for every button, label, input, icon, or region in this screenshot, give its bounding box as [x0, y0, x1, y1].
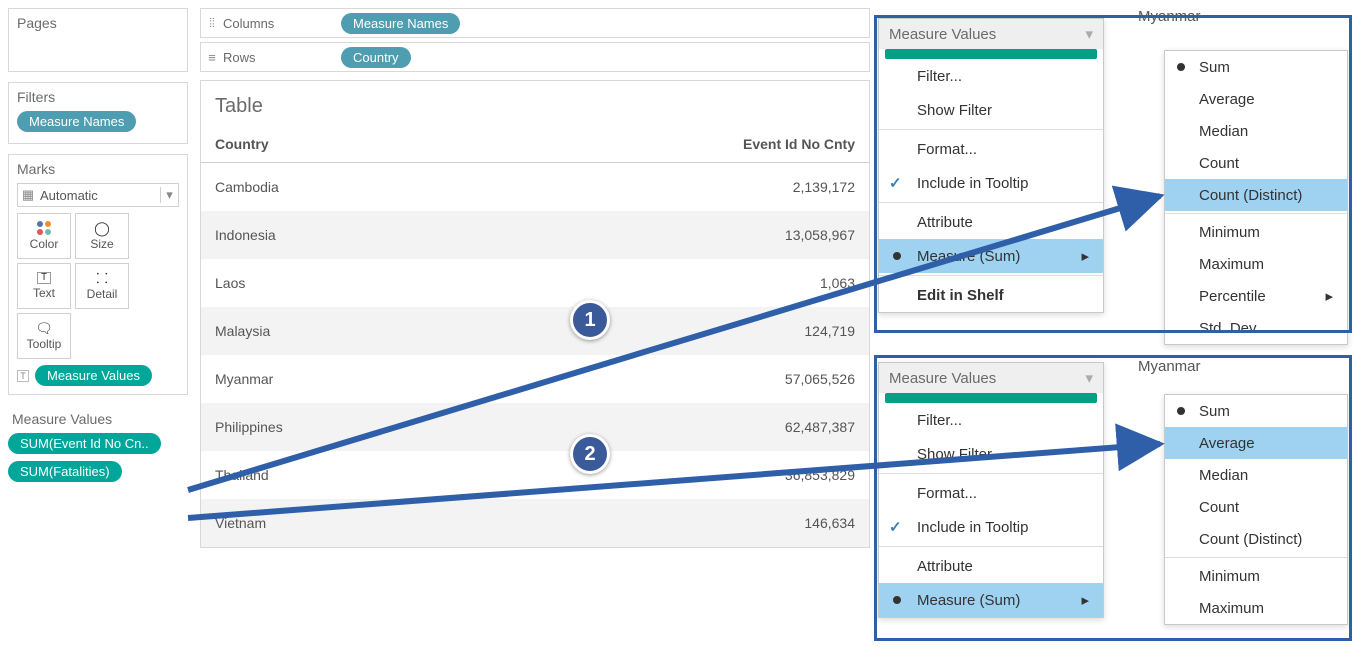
marks-color[interactable]: Color [17, 213, 71, 259]
marks-size[interactable]: ◯ Size [75, 213, 129, 259]
table-row: Philippines62,487,387 [201, 403, 869, 451]
pages-title: Pages [17, 15, 179, 31]
annotation-badge-1: 1 [570, 300, 610, 340]
columns-pill-measure-names[interactable]: Measure Names [341, 13, 460, 34]
sub-count-distinct-2[interactable]: Count (Distinct) [1165, 523, 1347, 555]
table-row: Indonesia13,058,967 [201, 211, 869, 259]
rows-icon: ≡ [201, 50, 223, 65]
context-menu-2: Measure Values▾ Filter... Show Filter Fo… [878, 362, 1104, 618]
menu-filter[interactable]: Filter... [879, 59, 1103, 93]
tooltip-icon: 🗨 [35, 321, 53, 335]
menu-filter-2[interactable]: Filter... [879, 403, 1103, 437]
mv-pill-fatalities[interactable]: SUM(Fatalities) [8, 461, 122, 482]
submenu-1: Sum Average Median Count Count (Distinct… [1164, 50, 1348, 345]
marks-type-label: Automatic [38, 188, 160, 203]
menu-edit-shelf[interactable]: Edit in Shelf [879, 278, 1103, 312]
bullet-icon [1177, 407, 1185, 415]
chevron-down-icon: ▾ [1085, 369, 1093, 387]
col-value[interactable]: Event Id No Cnty [472, 126, 869, 163]
menu-format[interactable]: Format... [879, 132, 1103, 166]
detail-icon: ⸬ [96, 271, 108, 285]
table-row: Laos1,063 [201, 259, 869, 307]
country-label-1: Myanmar [1138, 8, 1201, 25]
annotation-badge-2: 2 [570, 434, 610, 474]
sub-minimum-2[interactable]: Minimum [1165, 560, 1347, 592]
text-icon: T [37, 272, 51, 284]
data-table: Country Event Id No Cnty Cambodia2,139,1… [201, 126, 869, 547]
menu-measure-sum-2[interactable]: Measure (Sum)▸ [879, 583, 1103, 617]
menu-show-filter[interactable]: Show Filter [879, 93, 1103, 127]
check-icon: ✓ [889, 174, 902, 192]
chevron-down-icon[interactable]: ▾ [160, 187, 178, 203]
sub-percentile-1[interactable]: Percentile▸ [1165, 280, 1347, 312]
rows-shelf[interactable]: ≡ Rows Country [200, 42, 870, 72]
sub-average-1[interactable]: Average [1165, 83, 1347, 115]
chevron-down-icon: ▾ [1085, 25, 1093, 43]
columns-shelf[interactable]: ⦙⦙ Columns Measure Names [200, 8, 870, 38]
marks-pill-measure-values[interactable]: Measure Values [35, 365, 152, 386]
sub-median-1[interactable]: Median [1165, 115, 1347, 147]
pages-shelf[interactable]: Pages [8, 8, 188, 72]
marks-detail[interactable]: ⸬ Detail [75, 263, 129, 309]
mv-bar-2 [885, 393, 1097, 403]
marks-title: Marks [17, 161, 179, 177]
columns-icon: ⦙⦙ [201, 15, 223, 31]
sub-count-distinct-1[interactable]: Count (Distinct) [1165, 179, 1347, 211]
menu-header-1[interactable]: Measure Values▾ [879, 19, 1103, 49]
chevron-right-icon: ▸ [1081, 591, 1089, 609]
sub-minimum-1[interactable]: Minimum [1165, 216, 1347, 248]
marks-text[interactable]: T Text [17, 263, 71, 309]
mv-pill-event-id[interactable]: SUM(Event Id No Cn.. [8, 433, 161, 454]
bullet-icon [893, 596, 901, 604]
sub-count-2[interactable]: Count [1165, 491, 1347, 523]
marks-tooltip[interactable]: 🗨 Tooltip [17, 313, 71, 359]
table-row: Malaysia124,719 [201, 307, 869, 355]
table-row: Cambodia2,139,172 [201, 163, 869, 212]
menu-include-tooltip[interactable]: ✓Include in Tooltip [879, 166, 1103, 200]
sub-stddev-1[interactable]: Std. Dev [1165, 312, 1347, 344]
columns-label: Columns [223, 16, 333, 31]
bullet-icon [1177, 63, 1185, 71]
filters-shelf[interactable]: Filters Measure Names [8, 82, 188, 144]
size-icon: ◯ [94, 221, 110, 235]
marks-shelf[interactable]: Marks ▦ Automatic ▾ Color ◯ Size T Text … [8, 154, 188, 395]
data-view: Table Country Event Id No Cnty Cambodia2… [200, 80, 870, 548]
chevron-right-icon: ▸ [1081, 247, 1089, 265]
chevron-right-icon: ▸ [1325, 287, 1333, 305]
submenu-2: Sum Average Median Count Count (Distinct… [1164, 394, 1348, 625]
col-country[interactable]: Country [201, 126, 472, 163]
sub-sum-1[interactable]: Sum [1165, 51, 1347, 83]
measure-values-title: Measure Values [8, 411, 188, 427]
sub-maximum-1[interactable]: Maximum [1165, 248, 1347, 280]
context-menu-1: Measure Values▾ Filter... Show Filter Fo… [878, 18, 1104, 313]
marks-type-dropdown[interactable]: ▦ Automatic ▾ [17, 183, 179, 207]
check-icon: ✓ [889, 518, 902, 536]
measure-values-shelf[interactable]: Measure Values SUM(Event Id No Cn.. SUM(… [8, 405, 188, 493]
country-label-2: Myanmar [1138, 358, 1201, 375]
text-mark-icon: T [17, 370, 29, 382]
rows-label: Rows [223, 50, 333, 65]
menu-format-2[interactable]: Format... [879, 476, 1103, 510]
menu-include-tooltip-2[interactable]: ✓Include in Tooltip [879, 510, 1103, 544]
sub-count-1[interactable]: Count [1165, 147, 1347, 179]
table-row: Thailand36,853,829 [201, 451, 869, 499]
bullet-icon [893, 252, 901, 260]
filters-title: Filters [17, 89, 179, 105]
filter-pill-measure-names[interactable]: Measure Names [17, 111, 136, 132]
sub-median-2[interactable]: Median [1165, 459, 1347, 491]
menu-show-filter-2[interactable]: Show Filter [879, 437, 1103, 471]
menu-attribute-2[interactable]: Attribute [879, 549, 1103, 583]
menu-attribute[interactable]: Attribute [879, 205, 1103, 239]
sub-sum-2[interactable]: Sum [1165, 395, 1347, 427]
table-icon: ▦ [18, 187, 38, 203]
sub-maximum-2[interactable]: Maximum [1165, 592, 1347, 624]
rows-pill-country[interactable]: Country [341, 47, 411, 68]
menu-header-2[interactable]: Measure Values▾ [879, 363, 1103, 393]
sub-average-2[interactable]: Average [1165, 427, 1347, 459]
table-row: Myanmar57,065,526 [201, 355, 869, 403]
view-title: Table [201, 81, 869, 126]
menu-measure-sum[interactable]: Measure (Sum)▸ [879, 239, 1103, 273]
mv-bar-1 [885, 49, 1097, 59]
table-row: Vietnam146,634 [201, 499, 869, 547]
